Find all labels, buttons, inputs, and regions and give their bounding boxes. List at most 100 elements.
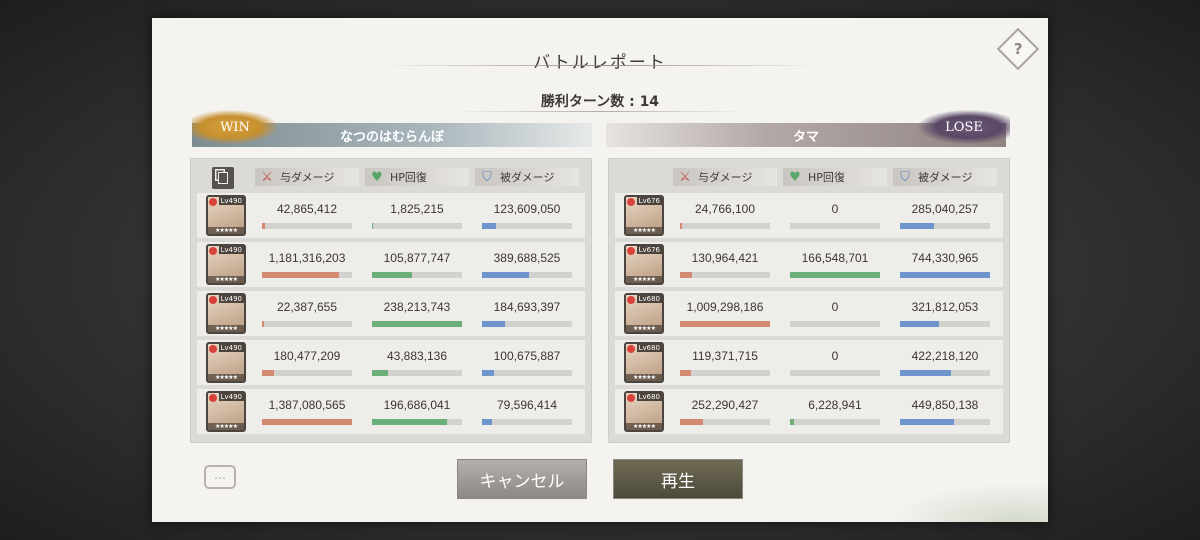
taken-column-header: ⛉ 被ダメージ [475,168,579,186]
play-button[interactable]: 再生 [613,459,743,499]
rarity-stars-icon: ★★★★★ [208,227,244,234]
damage-taken-value: 100,675,887 [493,349,561,363]
turns-divider [452,111,748,112]
character-row[interactable]: Lv676 ★★★★★ 24,766,100 0 285,040,257 [615,193,1003,238]
element-icon [209,247,217,255]
copy-icon[interactable] [212,167,234,189]
character-row[interactable]: Lv490 ★★★★★ 22,387,655 238,213,743 184,6… [197,291,585,336]
damage-taken-bar [900,370,990,376]
hp-heal-value: 0 [831,300,839,314]
damage-dealt-bar [680,272,770,278]
damage-dealt-value: 42,865,412 [276,202,338,216]
battle-report-dialog: バトルレポート ? 勝利ターン数 : 14 なつのはむらんぼ タマ WIN LO… [152,18,1048,522]
hp-heal-value: 105,877,747 [383,251,451,265]
corner-decoration [888,482,1048,522]
win-turns-label: 勝利ターン数 : 14 [540,94,660,110]
character-avatar[interactable]: Lv490 ★★★★★ [206,195,246,236]
damage-taken-value: 389,688,525 [493,251,561,265]
hp-heal-bar [372,321,462,327]
damage-dealt-bar [680,370,770,376]
damage-taken-value: 744,330,965 [911,251,979,265]
cancel-button[interactable]: キャンセル [457,459,587,499]
hp-heal-bar [790,419,880,425]
damage-dealt-bar [262,223,352,229]
damage-taken-value: 321,812,053 [911,300,979,314]
hp-heal-bar [372,272,462,278]
character-avatar[interactable]: Lv676 ★★★★★ [624,195,664,236]
character-avatar[interactable]: Lv490 ★★★★★ [206,342,246,383]
hp-heal-value: 0 [831,202,839,216]
hp-heal-value: 43,883,136 [386,349,448,363]
character-level: Lv490 [218,393,244,401]
dialog-title: バトルレポート [533,53,667,73]
character-row[interactable]: Lv490 ★★★★★ 1,181,316,203 105,877,747 38… [197,242,585,287]
hp-heal-bar [372,419,462,425]
damage-taken-value: 123,609,050 [493,202,561,216]
damage-dealt-value: 24,766,100 [694,202,756,216]
character-row[interactable]: Lv490 ★★★★★ 1,387,080,565 196,686,041 79… [197,389,585,434]
character-row[interactable]: Lv680 ★★★★★ 1,009,298,186 0 321,812,053 [615,291,1003,336]
sword-icon: ⚔ [679,169,691,185]
character-avatar[interactable]: Lv680 ★★★★★ [624,391,664,432]
taken-column-header: ⛉ 被ダメージ [893,168,997,186]
hp-heal-value: 1,825,215 [390,202,444,216]
sword-icon: ⚔ [261,169,273,185]
character-avatar[interactable]: Lv676 ★★★★★ [624,244,664,285]
damage-dealt-value: 130,964,421 [691,251,759,265]
character-avatar[interactable]: Lv490 ★★★★★ [206,293,246,334]
hp-heal-bar [790,321,880,327]
element-icon [209,345,217,353]
damage-taken-bar [482,370,572,376]
damage-dealt-value: 22,387,655 [276,300,338,314]
damage-taken-value: 184,693,397 [493,300,561,314]
hp-heal-bar [372,370,462,376]
damage-taken-bar [900,321,990,327]
character-row[interactable]: Lv676 ★★★★★ 130,964,421 166,548,701 744,… [615,242,1003,287]
character-level: Lv680 [636,344,662,352]
character-level: Lv680 [636,393,662,401]
damage-taken-bar [482,223,572,229]
damage-dealt-value: 1,387,080,565 [268,398,346,412]
damage-dealt-value: 180,477,209 [273,349,341,363]
element-icon [627,198,635,206]
damage-taken-value: 449,850,138 [911,398,979,412]
damage-dealt-value: 252,290,427 [691,398,759,412]
heal-column-header: ♥ HP回復 [783,168,887,186]
character-level: Lv676 [636,246,662,254]
character-level: Lv680 [636,295,662,303]
damage-dealt-bar [680,223,770,229]
hp-heal-bar [790,370,880,376]
character-avatar[interactable]: Lv490 ★★★★★ [206,391,246,432]
character-avatar[interactable]: Lv490 ★★★★★ [206,244,246,285]
rarity-stars-icon: ★★★★★ [208,423,244,430]
character-row[interactable]: Lv680 ★★★★★ 252,290,427 6,228,941 449,85… [615,389,1003,434]
lose-badge: LOSE [918,110,1010,144]
hp-heal-value: 0 [831,349,839,363]
chat-icon[interactable]: … [204,465,236,489]
damage-dealt-bar [680,419,770,425]
damage-column-header: ⚔ 与ダメージ [255,168,359,186]
damage-taken-bar [900,419,990,425]
character-row[interactable]: Lv490 ★★★★★ 42,865,412 1,825,215 123,609… [197,193,585,238]
damage-dealt-value: 1,181,316,203 [268,251,346,265]
element-icon [627,296,635,304]
rarity-stars-icon: ★★★★★ [626,423,662,430]
heal-column-header: ♥ HP回復 [365,168,469,186]
damage-dealt-bar [262,321,352,327]
damage-taken-bar [482,321,572,327]
character-avatar[interactable]: Lv680 ★★★★★ [624,293,664,334]
rarity-stars-icon: ★★★★★ [208,325,244,332]
heart-icon: ♥ [371,169,383,185]
character-avatar[interactable]: Lv680 ★★★★★ [624,342,664,383]
damage-dealt-value: 1,009,298,186 [686,300,764,314]
damage-dealt-bar [262,272,352,278]
character-row[interactable]: Lv490 ★★★★★ 180,477,209 43,883,136 100,6… [197,340,585,385]
title-divider [382,65,818,66]
rarity-stars-icon: ★★★★★ [208,276,244,283]
element-icon [209,198,217,206]
left-team-panel: ⚔ 与ダメージ ♥ HP回復 ⛉ 被ダメージ Lv490 ★★★★★ 42,86… [190,158,592,443]
rarity-stars-icon: ★★★★★ [208,374,244,381]
character-row[interactable]: Lv680 ★★★★★ 119,371,715 0 422,218,120 [615,340,1003,385]
left-team-name: なつのはむらんぼ [339,129,444,145]
rarity-stars-icon: ★★★★★ [626,325,662,332]
